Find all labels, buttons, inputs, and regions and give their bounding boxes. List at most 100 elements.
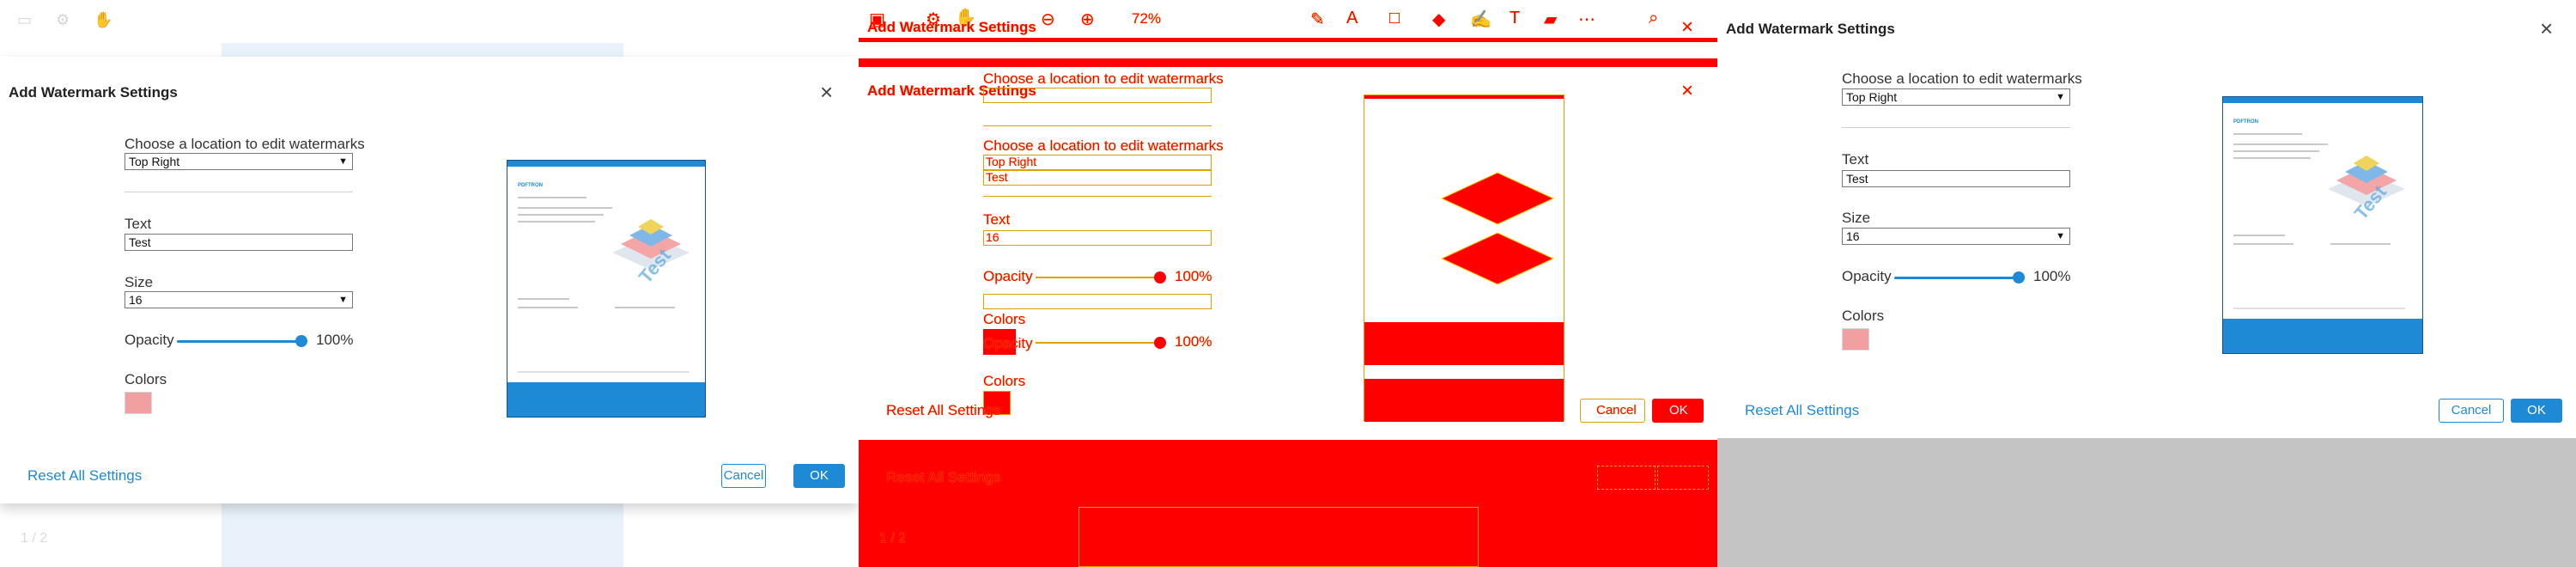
- chevron-down-icon: ▼: [2056, 231, 2065, 241]
- diff-band: Reset All Settings 1 / 2: [859, 440, 1717, 567]
- shape-icon: □: [1389, 9, 1400, 27]
- size-select[interactable]: [983, 294, 1212, 309]
- location-select[interactable]: [983, 88, 1212, 103]
- close-icon[interactable]: ×: [1681, 15, 1693, 40]
- reset-all-settings-link[interactable]: Reset All Settings: [1745, 402, 1859, 419]
- more-icon: ⋯: [1578, 10, 1595, 29]
- preview-line: [518, 221, 595, 223]
- sidebar-icon: ▭: [17, 10, 33, 28]
- panel-original: ▭ ⚙ ✋ 1 / 2 Add Watermark Settings × Cho…: [0, 0, 859, 567]
- preview-footer: [1364, 379, 1564, 422]
- location-select-value: Top Right: [129, 155, 180, 168]
- close-icon[interactable]: ×: [1681, 79, 1693, 103]
- text-input[interactable]: Test: [983, 170, 1212, 186]
- colors-label: Colors: [983, 311, 1026, 327]
- preview-line: [518, 371, 690, 373]
- reset-all-settings-link[interactable]: Reset All Settings: [27, 467, 142, 485]
- location-select[interactable]: Top Right ▼: [1842, 88, 2070, 106]
- chevron-down-icon: ▼: [338, 295, 348, 305]
- location-select[interactable]: Top Right: [983, 155, 1212, 170]
- preview-line: [518, 214, 604, 216]
- cancel-button[interactable]: Cancel: [721, 464, 766, 488]
- opacity-label: Opacity: [983, 268, 1033, 284]
- opacity-label: Opacity: [125, 332, 174, 348]
- search-icon: ⌕: [1649, 9, 1659, 27]
- zoom-level: 72%: [1132, 10, 1162, 27]
- reset-all-settings-link[interactable]: Reset All Settings: [886, 469, 1000, 486]
- opacity-label: Opacity: [983, 335, 1033, 351]
- reset-all-settings-link[interactable]: Reset All Settings: [886, 402, 1000, 419]
- text-icon: T: [1510, 9, 1521, 27]
- preview-line: [2233, 235, 2285, 236]
- watermark-dialog: Add Watermark Settings × Choose a locati…: [1717, 0, 2576, 438]
- location-label: Choose a location to edit watermarks: [983, 137, 1224, 154]
- opacity-label: Opacity: [1842, 268, 1892, 284]
- size-label: Size: [1842, 210, 1871, 226]
- ok-button[interactable]: OK: [1652, 399, 1704, 423]
- opacity-slider-handle[interactable]: [2013, 271, 2025, 284]
- color-swatch[interactable]: [1842, 328, 1869, 351]
- page-indicator: 1 / 2: [21, 531, 48, 546]
- opacity-slider-handle[interactable]: [295, 335, 307, 347]
- cancel-button[interactable]: Cancel: [2439, 399, 2504, 423]
- grey-overlay: [1717, 438, 2576, 567]
- preview-line: [518, 307, 578, 308]
- size-select-value: 16: [129, 293, 143, 307]
- preview-footer: [507, 382, 705, 417]
- size-label: Size: [125, 274, 154, 290]
- comment-icon: ▰: [1544, 10, 1558, 29]
- location-label: Choose a location to edit watermarks: [1842, 70, 2082, 87]
- close-icon[interactable]: ×: [2540, 17, 2553, 40]
- colors-label: Colors: [125, 371, 167, 387]
- preview-logo: PDFTRON: [518, 183, 543, 188]
- pen-icon: ✎: [1310, 10, 1325, 29]
- preview-line: [615, 307, 675, 308]
- opacity-slider-handle[interactable]: [1154, 271, 1166, 284]
- size-select-value: 16: [986, 230, 999, 244]
- preview-logo: PDFTRON: [2233, 119, 2258, 125]
- cancel-button-label: Cancel: [1596, 403, 1637, 418]
- opacity-value: 100%: [1175, 333, 1212, 350]
- color-swatch[interactable]: [125, 392, 152, 414]
- panel-rendered: Add Watermark Settings × Choose a locati…: [1717, 0, 2576, 567]
- location-select[interactable]: Top Right ▼: [125, 153, 353, 170]
- ok-button[interactable]: OK: [793, 464, 845, 488]
- text-input[interactable]: Test: [125, 234, 353, 251]
- preview-line: [2233, 243, 2293, 245]
- opacity-slider[interactable]: [177, 340, 302, 343]
- dialog-title: Add Watermark Settings: [9, 84, 178, 101]
- opacity-slider-handle[interactable]: [1154, 337, 1166, 349]
- opacity-slider[interactable]: [1036, 277, 1161, 278]
- preview-line: [2233, 150, 2319, 152]
- size-select[interactable]: 16 ▼: [1842, 228, 2070, 245]
- size-select[interactable]: 16 ▼: [125, 291, 353, 308]
- watermark-preview: PDFTRON Test: [2222, 96, 2423, 354]
- location-label: Choose a location to edit watermarks: [125, 136, 365, 152]
- text-input[interactable]: Test: [1842, 170, 2070, 187]
- preview-line: [518, 298, 569, 300]
- divider: [983, 125, 1212, 126]
- page-indicator: 1 / 2: [879, 531, 907, 546]
- cancel-button[interactable]: [1597, 466, 1656, 490]
- diff-band: [859, 38, 1717, 42]
- size-select[interactable]: 16: [983, 230, 1212, 246]
- preview-line: [518, 207, 612, 209]
- ok-button[interactable]: [1657, 466, 1709, 490]
- text-input-value: Test: [986, 170, 1008, 184]
- zoom-out-icon: ⊖: [1041, 10, 1055, 29]
- ok-button[interactable]: OK: [2511, 399, 2562, 423]
- divider: [1842, 127, 2070, 128]
- cancel-button[interactable]: Cancel: [1580, 399, 1645, 423]
- close-icon[interactable]: ×: [820, 81, 833, 103]
- opacity-slider[interactable]: [1036, 342, 1161, 344]
- preview-header: [2223, 97, 2422, 103]
- preview-footer: [2223, 319, 2422, 353]
- preview-line: [2233, 133, 2302, 135]
- opacity-slider[interactable]: [1894, 277, 2020, 279]
- zoom-in-icon: ⊕: [1080, 10, 1095, 29]
- chevron-down-icon: ▼: [2056, 92, 2065, 102]
- size-select-value: 16: [1846, 229, 1860, 243]
- eraser-icon: ◆: [1432, 10, 1446, 29]
- preview-line: [2233, 143, 2328, 145]
- dialog-title: Add Watermark Settings: [867, 19, 1036, 35]
